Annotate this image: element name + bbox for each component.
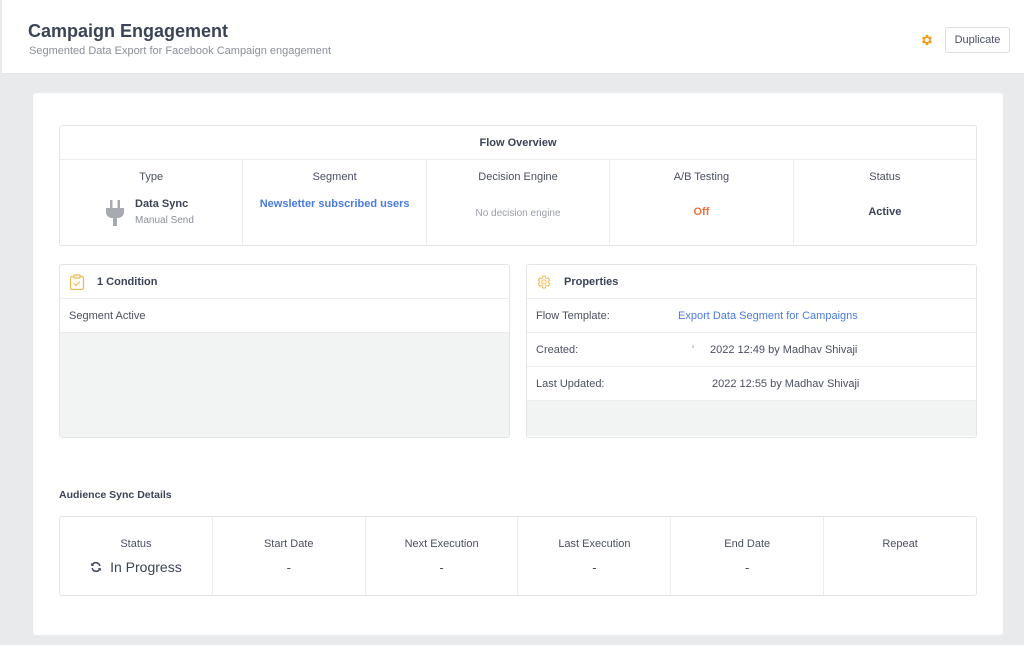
created-prefix: '	[692, 343, 695, 356]
overview-decision-engine: Decision Engine No decision engine	[427, 160, 611, 246]
last-updated-value: 2022 12:55 by Madhav Shivaji	[712, 377, 860, 390]
property-row: Flow Template: Export Data Segment for C…	[527, 299, 976, 333]
sync-start-date: Start Date -	[213, 517, 366, 595]
condition-label: Segment Active	[69, 309, 146, 322]
sync-next-execution: Next Execution -	[366, 517, 519, 595]
properties-empty-area	[527, 401, 976, 436]
sync-value: -	[439, 560, 444, 575]
page-header: Campaign Engagement Segmented Data Expor…	[2, 0, 1024, 74]
overview-segment: Segment Newsletter subscribed users	[243, 160, 427, 246]
gear-icon	[537, 275, 551, 288]
overview-label: Segment	[312, 171, 357, 183]
plug-icon	[106, 200, 124, 226]
created-value: 2022 12:49 by Madhav Shivaji	[710, 343, 858, 356]
sync-label: End Date	[724, 538, 771, 550]
sync-label: Last Execution	[558, 538, 631, 550]
sync-icon	[91, 561, 101, 573]
condition-item: Segment Active	[60, 299, 509, 333]
sync-end-date: End Date -	[671, 517, 825, 595]
properties-title: Properties	[564, 275, 619, 288]
conditions-panel: 1 Condition Segment Active	[59, 264, 510, 438]
property-row: Created: ' 2022 12:49 by Madhav Shivaji	[527, 333, 976, 367]
sync-repeat: Repeat	[824, 517, 976, 595]
sync-value: -	[592, 560, 597, 575]
gear-icon[interactable]	[920, 33, 934, 47]
page-title: Campaign Engagement	[28, 21, 229, 41]
sync-status-value: In Progress	[110, 559, 182, 575]
flow-overview-panel: Flow Overview Type Data Sync Manual Send	[59, 125, 977, 246]
properties-panel: Properties Flow Template: Export Data Se…	[526, 264, 977, 438]
overview-type: Type Data Sync Manual Send	[60, 160, 244, 246]
sync-label: Start Date	[263, 538, 314, 550]
property-label: Created:	[536, 343, 579, 356]
sync-last-execution: Last Execution -	[518, 517, 672, 595]
main-card: Flow Overview Type Data Sync Manual Send	[33, 93, 1003, 635]
sync-label: Next Execution	[404, 538, 479, 550]
type-value: Data Sync	[135, 198, 189, 210]
sync-value: -	[745, 560, 750, 575]
overview-label: Type	[139, 171, 164, 183]
overview-label: Status	[869, 171, 901, 183]
ab-testing-value: Off	[693, 206, 710, 218]
sync-status: Status In Progress	[60, 517, 213, 595]
property-label: Flow Template:	[536, 309, 610, 322]
overview-label: A/B Testing	[673, 171, 730, 183]
sync-section-title: Audience Sync Details	[59, 489, 172, 501]
flow-overview-title: Flow Overview	[60, 126, 976, 160]
clipboard-check-icon	[69, 273, 85, 290]
property-label: Last Updated:	[536, 377, 605, 390]
sync-label: Repeat	[882, 538, 918, 550]
flow-template-link[interactable]: Export Data Segment for Campaigns	[678, 310, 858, 322]
overview-label: Decision Engine	[478, 171, 558, 183]
sync-label: Status	[120, 538, 152, 550]
type-subvalue: Manual Send	[135, 215, 194, 226]
decision-engine-value: No decision engine	[475, 208, 561, 219]
overview-ab-testing: A/B Testing Off	[610, 160, 794, 246]
overview-status: Status Active	[794, 160, 976, 246]
sync-details-panel: Status In Progress Start Date - Next Exe…	[59, 516, 977, 596]
segment-link[interactable]: Newsletter subscribed users	[243, 198, 425, 210]
sync-value: -	[286, 560, 291, 575]
property-row: Last Updated: 2022 12:55 by Madhav Shiva…	[527, 367, 976, 401]
conditions-empty-area	[60, 333, 509, 437]
conditions-title: 1 Condition	[97, 275, 158, 288]
duplicate-button[interactable]: Duplicate	[945, 27, 1010, 53]
page-subtitle: Segmented Data Export for Facebook Campa…	[29, 45, 332, 57]
status-value: Active	[868, 206, 902, 218]
